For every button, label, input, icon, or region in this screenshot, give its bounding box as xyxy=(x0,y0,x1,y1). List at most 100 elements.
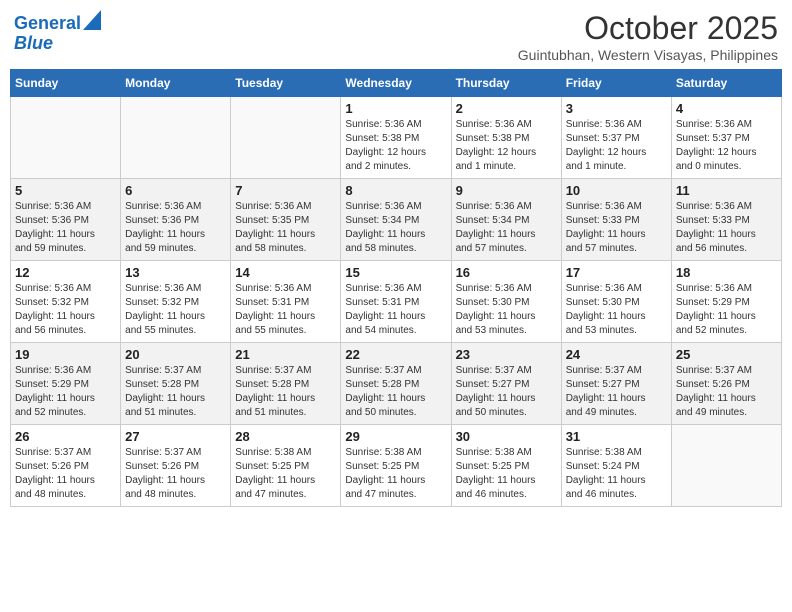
weekday-header-row: SundayMondayTuesdayWednesdayThursdayFrid… xyxy=(11,70,782,97)
day-number: 30 xyxy=(456,429,557,444)
calendar-cell: 12Sunrise: 5:36 AM Sunset: 5:32 PM Dayli… xyxy=(11,261,121,343)
day-info: Sunrise: 5:36 AM Sunset: 5:37 PM Dayligh… xyxy=(566,118,667,174)
calendar-cell: 6 Sunrise: 5:36 AM Sunset: 5:36 PM Daylig… xyxy=(121,179,231,261)
day-info: Sunrise: 5:37 AM Sunset: 5:26 PM Dayligh… xyxy=(676,364,777,420)
day-info: Sunrise: 5:38 AM Sunset: 5:25 PM Dayligh… xyxy=(235,446,336,502)
calendar-week-row: 26Sunrise: 5:37 AM Sunset: 5:26 PM Dayli… xyxy=(11,425,782,507)
calendar-cell: 19Sunrise: 5:36 AM Sunset: 5:29 PM Dayli… xyxy=(11,343,121,425)
day-info: Sunrise: 5:38 AM Sunset: 5:25 PM Dayligh… xyxy=(456,446,557,502)
page-header: General Blue October 2025 Guintubhan, We… xyxy=(10,10,782,63)
day-number: 21 xyxy=(235,347,336,362)
weekday-header-saturday: Saturday xyxy=(671,70,781,97)
day-info: Sunrise: 5:36 AM Sunset: 5:30 PM Dayligh… xyxy=(456,282,557,338)
calendar-cell: 24 Sunrise: 5:37 AM Sunset: 5:27 PM Dayli… xyxy=(561,343,671,425)
day-info: Sunrise: 5:36 AM Sunset: 5:34 PM Dayligh… xyxy=(456,200,557,256)
calendar-cell: 4 Sunrise: 5:36 AM Sunset: 5:37 PM Daylig… xyxy=(671,97,781,179)
weekday-header-sunday: Sunday xyxy=(11,70,121,97)
day-number: 16 xyxy=(456,265,557,280)
day-number: 8 xyxy=(345,183,446,198)
calendar-week-row: 19Sunrise: 5:36 AM Sunset: 5:29 PM Dayli… xyxy=(11,343,782,425)
calendar-cell: 20 Sunrise: 5:37 AM Sunset: 5:28 PM Dayli… xyxy=(121,343,231,425)
calendar-cell: 31 Sunrise: 5:38 AM Sunset: 5:24 PM Dayli… xyxy=(561,425,671,507)
day-number: 3 xyxy=(566,101,667,116)
calendar-cell: 30 Sunrise: 5:38 AM Sunset: 5:25 PM Dayli… xyxy=(451,425,561,507)
day-info: Sunrise: 5:36 AM Sunset: 5:38 PM Dayligh… xyxy=(456,118,557,174)
day-number: 5 xyxy=(15,183,116,198)
day-info: Sunrise: 5:37 AM Sunset: 5:27 PM Dayligh… xyxy=(566,364,667,420)
day-info: Sunrise: 5:38 AM Sunset: 5:24 PM Dayligh… xyxy=(566,446,667,502)
month-title: October 2025 xyxy=(518,10,778,47)
weekday-header-monday: Monday xyxy=(121,70,231,97)
day-number: 18 xyxy=(676,265,777,280)
day-info: Sunrise: 5:37 AM Sunset: 5:26 PM Dayligh… xyxy=(15,446,116,502)
calendar-week-row: 5 Sunrise: 5:36 AM Sunset: 5:36 PM Daylig… xyxy=(11,179,782,261)
day-info: Sunrise: 5:36 AM Sunset: 5:33 PM Dayligh… xyxy=(566,200,667,256)
day-number: 24 xyxy=(566,347,667,362)
day-info: Sunrise: 5:36 AM Sunset: 5:31 PM Dayligh… xyxy=(345,282,446,338)
day-info: Sunrise: 5:36 AM Sunset: 5:36 PM Dayligh… xyxy=(15,200,116,256)
day-info: Sunrise: 5:37 AM Sunset: 5:28 PM Dayligh… xyxy=(235,364,336,420)
day-number: 19 xyxy=(15,347,116,362)
calendar-cell: 26Sunrise: 5:37 AM Sunset: 5:26 PM Dayli… xyxy=(11,425,121,507)
calendar-cell: 8 Sunrise: 5:36 AM Sunset: 5:34 PM Daylig… xyxy=(341,179,451,261)
calendar-cell: 22 Sunrise: 5:37 AM Sunset: 5:28 PM Dayli… xyxy=(341,343,451,425)
calendar-cell: 5 Sunrise: 5:36 AM Sunset: 5:36 PM Daylig… xyxy=(11,179,121,261)
calendar-cell: 28 Sunrise: 5:38 AM Sunset: 5:25 PM Dayli… xyxy=(231,425,341,507)
day-number: 6 xyxy=(125,183,226,198)
calendar-cell: 3 Sunrise: 5:36 AM Sunset: 5:37 PM Daylig… xyxy=(561,97,671,179)
calendar-cell: 14Sunrise: 5:36 AM Sunset: 5:31 PM Dayli… xyxy=(231,261,341,343)
calendar-cell: 29 Sunrise: 5:38 AM Sunset: 5:25 PM Dayli… xyxy=(341,425,451,507)
logo-text: General xyxy=(14,14,81,34)
weekday-header-friday: Friday xyxy=(561,70,671,97)
day-number: 31 xyxy=(566,429,667,444)
calendar-cell: 1 Sunrise: 5:36 AM Sunset: 5:38 PM Daylig… xyxy=(341,97,451,179)
calendar-cell: 16 Sunrise: 5:36 AM Sunset: 5:30 PM Dayli… xyxy=(451,261,561,343)
day-info: Sunrise: 5:36 AM Sunset: 5:31 PM Dayligh… xyxy=(235,282,336,338)
calendar-cell xyxy=(671,425,781,507)
day-info: Sunrise: 5:38 AM Sunset: 5:25 PM Dayligh… xyxy=(345,446,446,502)
calendar-table: SundayMondayTuesdayWednesdayThursdayFrid… xyxy=(10,69,782,507)
calendar-cell: 18Sunrise: 5:36 AM Sunset: 5:29 PM Dayli… xyxy=(671,261,781,343)
day-number: 23 xyxy=(456,347,557,362)
day-info: Sunrise: 5:37 AM Sunset: 5:28 PM Dayligh… xyxy=(345,364,446,420)
day-number: 1 xyxy=(345,101,446,116)
calendar-cell: 9Sunrise: 5:36 AM Sunset: 5:34 PM Daylig… xyxy=(451,179,561,261)
calendar-cell: 10 Sunrise: 5:36 AM Sunset: 5:33 PM Dayli… xyxy=(561,179,671,261)
day-number: 25 xyxy=(676,347,777,362)
calendar-cell: 11Sunrise: 5:36 AM Sunset: 5:33 PM Dayli… xyxy=(671,179,781,261)
day-info: Sunrise: 5:37 AM Sunset: 5:28 PM Dayligh… xyxy=(125,364,226,420)
day-info: Sunrise: 5:36 AM Sunset: 5:37 PM Dayligh… xyxy=(676,118,777,174)
day-number: 28 xyxy=(235,429,336,444)
day-info: Sunrise: 5:36 AM Sunset: 5:36 PM Dayligh… xyxy=(125,200,226,256)
day-number: 2 xyxy=(456,101,557,116)
day-number: 11 xyxy=(676,183,777,198)
calendar-cell: 27Sunrise: 5:37 AM Sunset: 5:26 PM Dayli… xyxy=(121,425,231,507)
day-number: 22 xyxy=(345,347,446,362)
day-info: Sunrise: 5:36 AM Sunset: 5:38 PM Dayligh… xyxy=(345,118,446,174)
day-info: Sunrise: 5:37 AM Sunset: 5:27 PM Dayligh… xyxy=(456,364,557,420)
day-number: 10 xyxy=(566,183,667,198)
day-info: Sunrise: 5:36 AM Sunset: 5:34 PM Dayligh… xyxy=(345,200,446,256)
calendar-cell: 23 Sunrise: 5:37 AM Sunset: 5:27 PM Dayli… xyxy=(451,343,561,425)
day-number: 4 xyxy=(676,101,777,116)
title-block: October 2025 Guintubhan, Western Visayas… xyxy=(518,10,778,63)
day-info: Sunrise: 5:36 AM Sunset: 5:32 PM Dayligh… xyxy=(15,282,116,338)
calendar-cell xyxy=(121,97,231,179)
calendar-cell xyxy=(231,97,341,179)
day-info: Sunrise: 5:36 AM Sunset: 5:35 PM Dayligh… xyxy=(235,200,336,256)
day-number: 20 xyxy=(125,347,226,362)
weekday-header-wednesday: Wednesday xyxy=(341,70,451,97)
day-number: 29 xyxy=(345,429,446,444)
location-subtitle: Guintubhan, Western Visayas, Philippines xyxy=(518,47,778,63)
calendar-cell: 17Sunrise: 5:36 AM Sunset: 5:30 PM Dayli… xyxy=(561,261,671,343)
day-number: 13 xyxy=(125,265,226,280)
weekday-header-thursday: Thursday xyxy=(451,70,561,97)
day-info: Sunrise: 5:36 AM Sunset: 5:32 PM Dayligh… xyxy=(125,282,226,338)
day-number: 15 xyxy=(345,265,446,280)
calendar-week-row: 12Sunrise: 5:36 AM Sunset: 5:32 PM Dayli… xyxy=(11,261,782,343)
weekday-header-tuesday: Tuesday xyxy=(231,70,341,97)
logo-icon xyxy=(83,10,101,30)
day-number: 17 xyxy=(566,265,667,280)
calendar-cell: 13 Sunrise: 5:36 AM Sunset: 5:32 PM Dayli… xyxy=(121,261,231,343)
day-number: 7 xyxy=(235,183,336,198)
